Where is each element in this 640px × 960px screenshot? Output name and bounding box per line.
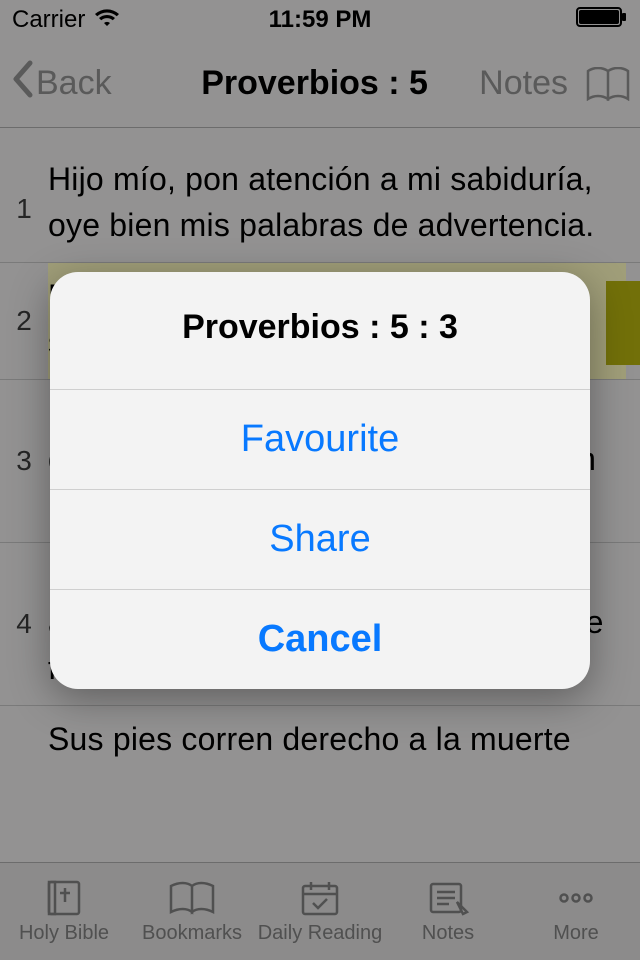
favourite-button[interactable]: Favourite (50, 389, 590, 489)
action-sheet: Proverbios : 5 : 3 Favourite Share Cance… (50, 272, 590, 689)
app-screen: Carrier 11:59 PM Back Proverbios : 5 Not… (0, 0, 640, 960)
modal-overlay[interactable]: Proverbios : 5 : 3 Favourite Share Cance… (0, 0, 640, 960)
share-button[interactable]: Share (50, 489, 590, 589)
sheet-title: Proverbios : 5 : 3 (50, 272, 590, 389)
cancel-button[interactable]: Cancel (50, 589, 590, 689)
